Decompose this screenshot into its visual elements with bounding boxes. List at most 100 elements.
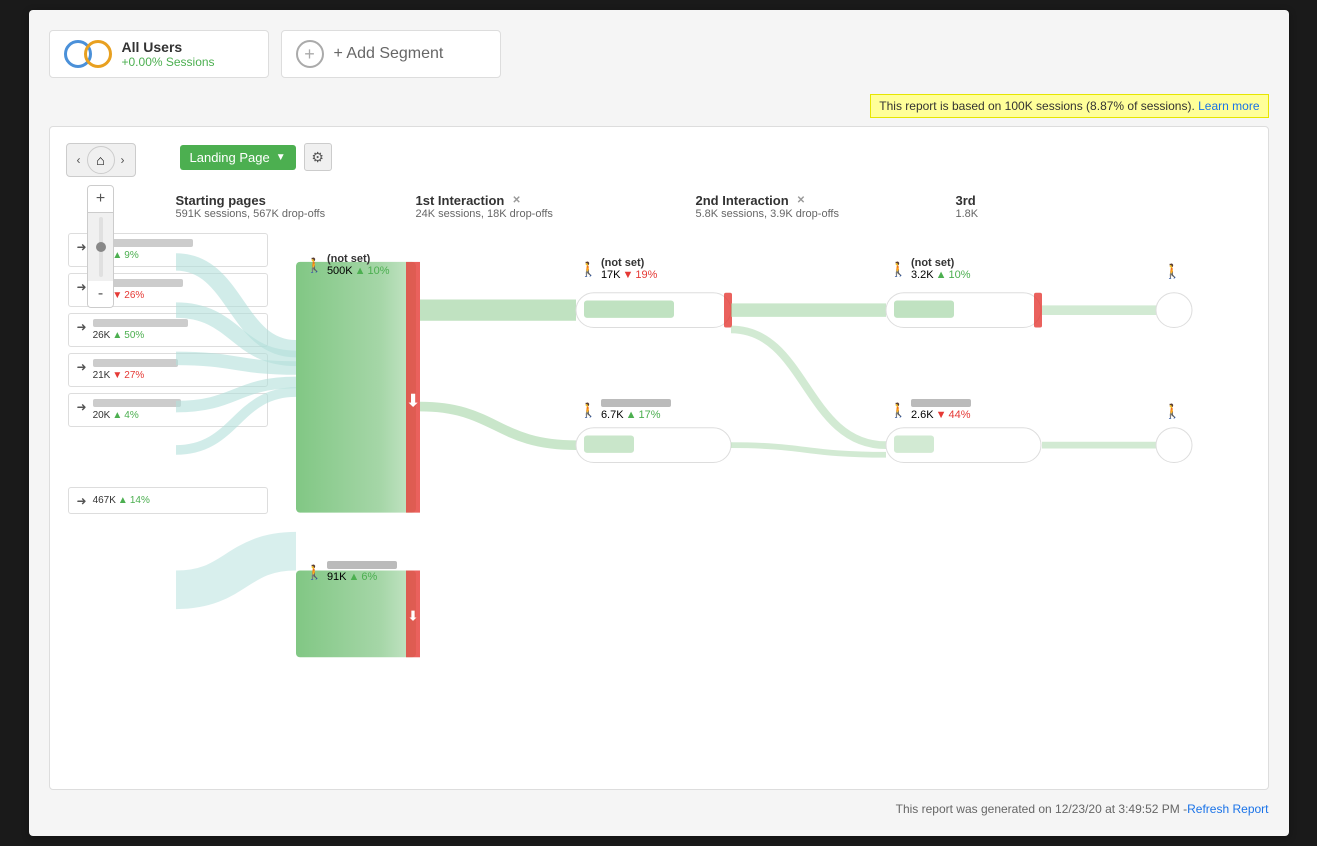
start-node-1: 🚶 (not set) 500K ▲ 10% [306, 253, 390, 277]
refresh-report-link[interactable]: Refresh Report [1187, 802, 1268, 816]
total-stats: 467K ▲ 14% [93, 495, 150, 506]
first-int-node-1: 🚶 (not set) 17K ▼ 19% [580, 257, 658, 281]
first-int-stat-2: 6.7K ▲ 17% [601, 409, 671, 421]
item-content-5: 20K ▲ 4% [93, 399, 181, 421]
second-int-icon-2: 🚶 [890, 402, 907, 419]
start-node-2-stat: 91K ▲ 6% [327, 571, 397, 583]
second-int-info-2: 2.6K ▼ 44% [911, 399, 971, 421]
svg-text:⬇: ⬇ [405, 391, 420, 411]
add-segment-button[interactable]: + + Add Segment [281, 30, 501, 78]
landing-item-4[interactable]: ➜ 21K ▼ 27% [68, 353, 268, 387]
status-bar: This report was generated on 12/23/20 at… [49, 802, 1269, 816]
item-content-3: 26K ▲ 50% [93, 319, 188, 341]
dropdown-arrow-icon: ▼ [276, 152, 286, 163]
first-interaction-subtitle: 24K sessions, 18K drop-offs [416, 208, 696, 220]
segment-info: All Users +0.00% Sessions [122, 39, 215, 69]
first-int-info-2: 6.7K ▲ 17% [601, 399, 671, 421]
start-node-1-stat: 500K ▲ 10% [327, 265, 390, 277]
landing-total[interactable]: ➜ 467K ▲ 14% [68, 487, 268, 514]
landing-arrow-icon-4: ➜ [77, 360, 87, 374]
zoom-controls: + - [87, 185, 114, 308]
landing-item-5[interactable]: ➜ 20K ▲ 4% [68, 393, 268, 427]
item-stats-5: 20K ▲ 4% [93, 410, 181, 421]
nav-right-arrow[interactable]: › [117, 151, 129, 169]
start-node-2: 🚶 91K ▲ 6% [306, 561, 397, 583]
first-int-name-1: (not set) [601, 257, 658, 269]
flow-container: ‹ ⌂ › + - Landing Page ▼ [49, 126, 1269, 790]
second-int-label-2 [911, 399, 971, 407]
start-node-2-label [327, 561, 397, 569]
dimension-dropdown: Landing Page ▼ ⚙ [180, 143, 332, 171]
zoom-out-button[interactable]: - [88, 281, 113, 307]
start-node-1-name: (not set) [327, 253, 390, 265]
item-stats-4: 21K ▼ 27% [93, 370, 178, 381]
first-int-stat-1: 17K ▼ 19% [601, 269, 658, 281]
item-content-4: 21K ▼ 27% [93, 359, 178, 381]
item-label-3 [93, 319, 188, 327]
start-node-2-icon: 🚶 [306, 564, 323, 581]
second-interaction-header: 2nd Interaction ✕ 5.8K sessions, 3.9K dr… [696, 193, 956, 220]
column-headers: Starting pages 591K sessions, 567K drop-… [176, 193, 1252, 220]
learn-more-link[interactable]: Learn more [1198, 99, 1259, 113]
home-icon: ⌂ [96, 152, 104, 168]
segment-name: All Users [122, 39, 215, 55]
start-node-1-icon: 🚶 [306, 257, 323, 274]
left-controls: ‹ ⌂ › + - [66, 143, 136, 308]
flow-svg: ⬇ ⬇ [176, 233, 1269, 773]
stat-arrow-4: ▼ [112, 370, 122, 381]
segment-bar: All Users +0.00% Sessions + + Add Segmen… [49, 30, 1269, 78]
second-interaction-subtitle: 5.8K sessions, 3.9K drop-offs [696, 208, 956, 220]
third-subtitle: 1.8K [956, 208, 1036, 220]
landing-page-dropdown[interactable]: Landing Page ▼ [180, 145, 296, 170]
add-circle-icon: + [296, 40, 324, 68]
second-interaction-title: 2nd Interaction [696, 193, 789, 208]
first-interaction-close[interactable]: ✕ [512, 195, 520, 206]
total-arrow-icon: ➜ [77, 494, 87, 508]
zoom-slider[interactable] [99, 217, 103, 277]
settings-button[interactable]: ⚙ [304, 143, 332, 171]
home-button[interactable]: ⌂ [87, 146, 115, 174]
third-title: 3rd [956, 193, 1036, 208]
item-label-5 [93, 399, 181, 407]
total-stat-arrow: ▲ [118, 495, 128, 506]
first-int-icon-1: 🚶 [580, 261, 597, 278]
segment-icon [64, 40, 112, 68]
item-stats-3: 26K ▲ 50% [93, 330, 188, 341]
first-interaction-title: 1st Interaction [416, 193, 505, 208]
app-container: All Users +0.00% Sessions + + Add Segmen… [29, 10, 1289, 836]
first-int-node-2: 🚶 6.7K ▲ 17% [580, 399, 671, 421]
third-interaction-header: 3rd 1.8K [956, 193, 1036, 220]
notice-text: This report is based on 100K sessions (8… [870, 94, 1268, 118]
starting-title: Starting pages [176, 193, 386, 208]
landing-item-3[interactable]: ➜ 26K ▲ 50% [68, 313, 268, 347]
first-int-icon-2: 🚶 [580, 402, 597, 419]
zoom-in-button[interactable]: + [88, 186, 113, 213]
first-int-info-1: (not set) 17K ▼ 19% [601, 257, 658, 281]
flow-diagram: Starting pages 591K sessions, 567K drop-… [176, 193, 1252, 773]
landing-arrow-icon-5: ➜ [77, 400, 87, 414]
second-int-stat-2: 2.6K ▼ 44% [911, 409, 971, 421]
second-int-name-1: (not set) [911, 257, 971, 269]
start-node-1-info: (not set) 500K ▲ 10% [327, 253, 390, 277]
report-generated-text: This report was generated on 12/23/20 at… [896, 802, 1188, 816]
first-interaction-header: 1st Interaction ✕ 24K sessions, 18K drop… [416, 193, 696, 220]
svg-text:⬇: ⬇ [407, 609, 419, 624]
landing-arrow-icon-3: ➜ [77, 320, 87, 334]
notice-message: This report is based on 100K sessions (8… [879, 99, 1195, 113]
add-segment-label: + Add Segment [334, 45, 444, 63]
item-label-4 [93, 359, 178, 367]
second-int-node-1: 🚶 (not set) 3.2K ▲ 10% [890, 257, 971, 281]
second-int-node-2: 🚶 2.6K ▼ 44% [890, 399, 971, 421]
stat-arrow-3: ▲ [112, 330, 122, 341]
settings-icon: ⚙ [311, 149, 324, 166]
third-int-node-1: 🚶 [1164, 263, 1181, 280]
second-int-stat-1: 3.2K ▲ 10% [911, 269, 971, 281]
second-interaction-close[interactable]: ✕ [797, 195, 805, 206]
starting-subtitle: 591K sessions, 567K drop-offs [176, 208, 386, 220]
notice-bar: This report is based on 100K sessions (8… [49, 94, 1269, 118]
dropdown-label: Landing Page [190, 150, 270, 165]
first-int-label-2 [601, 399, 671, 407]
zoom-slider-thumb [96, 242, 106, 252]
nav-left-arrow[interactable]: ‹ [73, 151, 85, 169]
segment-all-users[interactable]: All Users +0.00% Sessions [49, 30, 269, 78]
